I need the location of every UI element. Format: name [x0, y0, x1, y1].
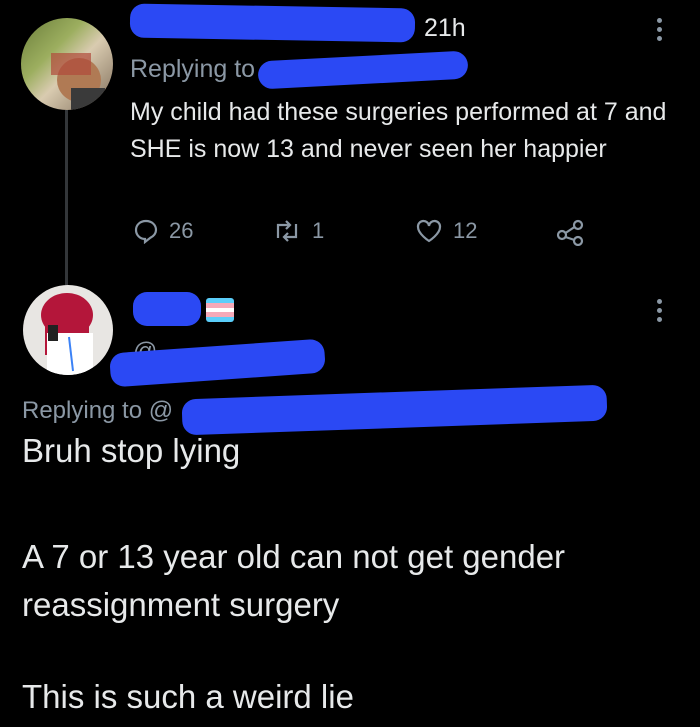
retweet-count: 1	[312, 218, 325, 243]
like-button[interactable]: 12	[415, 218, 477, 244]
thread-connector-line	[65, 110, 68, 288]
redacted-reply-handle	[257, 50, 469, 90]
retweet-button[interactable]: 1	[272, 218, 324, 244]
more-icon[interactable]	[656, 18, 662, 41]
share-icon	[556, 219, 584, 246]
tweet-text-paragraph: A 7 or 13 year old can not get gender re…	[22, 538, 566, 623]
trans-flag-emoji	[206, 298, 234, 322]
avatar-photo	[41, 293, 93, 375]
redacted-username	[129, 3, 416, 43]
like-icon	[416, 219, 442, 243]
reply-button[interactable]: 26	[133, 218, 193, 244]
redacted-reply-handle	[181, 384, 608, 436]
redacted-display-name	[133, 292, 201, 326]
replying-to-label: Replying to @	[22, 397, 174, 424]
tweet-time[interactable]: 21h	[424, 14, 466, 43]
tweet-text-line: Bruh stop lying	[22, 432, 241, 469]
retweet-icon	[276, 220, 298, 242]
avatar-photo	[51, 53, 105, 110]
replying-to-label: Replying to	[130, 55, 256, 83]
reply-icon	[134, 219, 158, 244]
share-button[interactable]	[556, 218, 586, 246]
avatar[interactable]	[21, 18, 113, 110]
avatar[interactable]	[23, 285, 113, 375]
tweet-text: My child had these surgeries performed a…	[130, 98, 667, 163]
reply-count: 26	[169, 218, 194, 243]
tweet-text-line: This is such a weird lie	[22, 678, 354, 715]
more-icon[interactable]	[656, 299, 662, 322]
like-count: 12	[453, 218, 478, 243]
